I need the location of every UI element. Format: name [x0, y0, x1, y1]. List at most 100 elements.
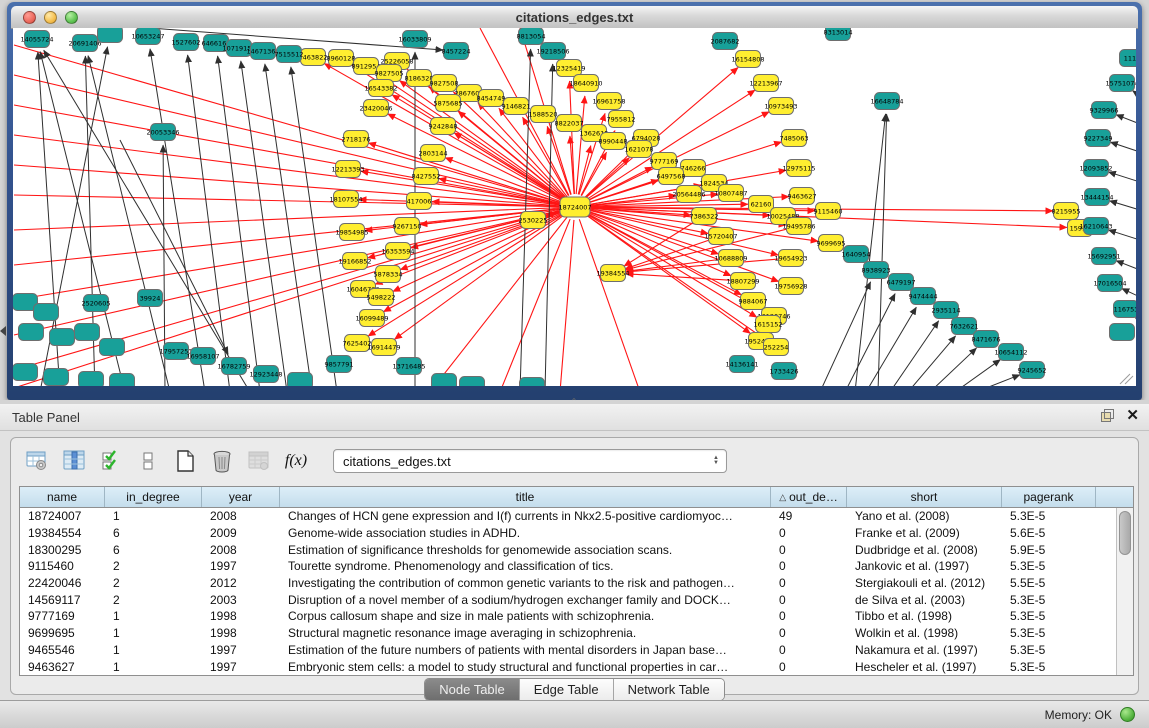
table-select-combobox[interactable]: citations_edges.txt ▲▼: [333, 449, 727, 473]
status-bar: Memory: OK: [0, 700, 1149, 728]
graph-node[interactable]: [288, 373, 313, 387]
graph-node-label: 1112: [1124, 54, 1136, 62]
graph-node-label: 9699695: [817, 239, 846, 247]
table-cell: 1: [105, 609, 202, 623]
graph-node[interactable]: [98, 28, 123, 43]
graph-node-label: 16210643: [1079, 222, 1112, 230]
column-header-year[interactable]: year: [202, 487, 280, 507]
graph-node[interactable]: [520, 378, 545, 387]
table-row[interactable]: 1872400712008Changes of HCN gene express…: [20, 508, 1116, 525]
graph-node[interactable]: [1110, 324, 1135, 341]
delete-icon[interactable]: [210, 449, 234, 473]
table-row[interactable]: 946362711997Embryonic stem cells: a mode…: [20, 658, 1116, 675]
table-toolbar: f(x) citations_edges.txt ▲▼: [25, 446, 727, 476]
graph-node-label: 15751074: [1105, 79, 1136, 87]
float-panel-icon[interactable]: [1101, 409, 1114, 422]
table-cell: Franke et al. (2009): [847, 526, 1002, 540]
graph-node-label: 116753: [1114, 305, 1136, 313]
table-cell: Yano et al. (2008): [847, 509, 1002, 523]
graph-node-label: 1640954: [842, 250, 871, 258]
column-header-name[interactable]: name: [20, 487, 105, 507]
graph-node-label: 14136141: [725, 360, 758, 368]
table-row[interactable]: 2242004622012Investigating the contribut…: [20, 575, 1116, 592]
graph-node-label: 13444154: [1080, 193, 1113, 201]
column-header-pagerank[interactable]: pagerank: [1002, 487, 1096, 507]
table-row[interactable]: 911546021997Tourette syndrome. Phenomeno…: [20, 558, 1116, 575]
table-settings-icon[interactable]: [25, 449, 49, 473]
table-row[interactable]: 1938455462009Genome-wide association stu…: [20, 525, 1116, 542]
graph-node-label: 9474444: [909, 292, 938, 300]
table-cell: Stergiakouli et al. (2012): [847, 576, 1002, 590]
table-panel-body: f(x) citations_edges.txt ▲▼ namein_degre…: [10, 437, 1139, 695]
graph-node-label: 7955812: [607, 115, 636, 123]
graph-node-label: 12325419: [552, 64, 585, 72]
graph-node-label: 16648784: [870, 97, 903, 105]
graph-node-label: 2718176: [342, 135, 371, 143]
table-cell: 9115460: [20, 559, 105, 573]
table-cell: 5.3E-5: [1002, 593, 1096, 607]
table-cell: 0: [771, 576, 847, 590]
graph-node-label: 12213967: [749, 79, 782, 87]
graph-node-label: 23420046: [359, 104, 392, 112]
graph-node-label: 2520605: [82, 299, 111, 307]
graph-node[interactable]: [75, 324, 100, 341]
column-chooser-icon[interactable]: [62, 449, 86, 473]
table-cell: Dudbridge et al. (2008): [847, 543, 1002, 557]
graph-node-label: 8938923: [862, 266, 891, 274]
select-rows-icon[interactable]: [99, 449, 123, 473]
table-row[interactable]: 977716911998Corpus callosum shape and si…: [20, 608, 1116, 625]
window-title: citations_edges.txt: [11, 10, 1138, 25]
graph-node-label: 7632621: [950, 322, 979, 330]
new-file-icon[interactable]: [173, 449, 197, 473]
graph-node[interactable]: [79, 372, 104, 387]
graph-node[interactable]: [460, 377, 485, 387]
function-builder-icon[interactable]: f(x): [284, 449, 308, 473]
graph-node-label: 1527602: [172, 38, 201, 46]
graph-node-label: 9267150: [393, 222, 422, 230]
graph-node[interactable]: [13, 364, 38, 381]
table-row[interactable]: 1456911722003Disruption of a novel membe…: [20, 591, 1116, 608]
window-titlebar[interactable]: citations_edges.txt: [11, 6, 1138, 29]
graph-node[interactable]: [110, 374, 135, 387]
graph-node-label: 9227349: [1084, 134, 1113, 142]
graph-node-label: 1615152: [754, 320, 783, 328]
graph-node-label: 12975115: [782, 164, 815, 172]
table-cell: 18300295: [20, 543, 105, 557]
table-vertical-scrollbar[interactable]: [1116, 508, 1133, 675]
table-cell: 0: [771, 660, 847, 674]
column-header-short[interactable]: short: [847, 487, 1002, 507]
graph-node[interactable]: [34, 304, 59, 321]
graph-node-label: 5878334: [374, 270, 403, 278]
table-row[interactable]: 1830029562008Estimation of significance …: [20, 541, 1116, 558]
column-header-out_de…[interactable]: △out_de…: [771, 487, 847, 507]
tab-network-table[interactable]: Network Table: [614, 679, 724, 700]
graph-node-label: 8457224: [442, 47, 471, 55]
scrollbar-thumb[interactable]: [1119, 511, 1131, 555]
table-row[interactable]: 946554611997Estimation of the future num…: [20, 642, 1116, 659]
tab-node-table[interactable]: Node Table: [425, 679, 520, 700]
network-canvas[interactable]: 1872400774638228960128891295425226058982…: [13, 28, 1136, 386]
table-cell: 0: [771, 543, 847, 557]
table-cell: 6: [105, 543, 202, 557]
graph-node[interactable]: [100, 339, 125, 356]
panel-collapse-arrow-icon[interactable]: [0, 326, 6, 336]
column-header-in_degree[interactable]: in_degree: [105, 487, 202, 507]
graph-node-label: 746266: [681, 164, 706, 172]
graph-node-label: 17016504: [1093, 279, 1126, 287]
column-header-title[interactable]: title: [280, 487, 771, 507]
tab-edge-table[interactable]: Edge Table: [520, 679, 614, 700]
graph-node-label: 18640910: [569, 79, 602, 87]
row-boxes-icon[interactable]: [136, 449, 160, 473]
column-header-spacer[interactable]: [1096, 487, 1116, 507]
graph-node-label: 19854985: [335, 228, 368, 236]
graph-node-label: 18107554: [329, 195, 362, 203]
table-cell: 5.3E-5: [1002, 626, 1096, 640]
graph-node[interactable]: [19, 324, 44, 341]
close-panel-icon[interactable]: ✕: [1126, 408, 1139, 423]
graph-node[interactable]: [44, 369, 69, 386]
graph-node[interactable]: [50, 329, 75, 346]
graph-node[interactable]: [432, 374, 457, 387]
combobox-stepper-icon[interactable]: ▲▼: [710, 451, 722, 471]
graph-node-label: 9884067: [739, 297, 768, 305]
table-row[interactable]: 969969511998Structural magnetic resonanc…: [20, 625, 1116, 642]
